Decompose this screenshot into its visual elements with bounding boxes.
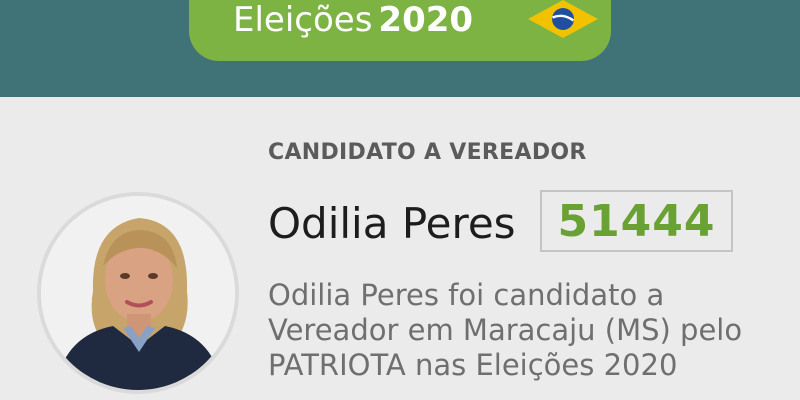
candidate-name: Odilia Peres	[268, 199, 516, 248]
description-line: Odilia Peres foi candidato a	[268, 278, 665, 312]
election-banner: Eleições 2020	[189, 0, 611, 61]
candidate-photo	[41, 196, 235, 390]
candidate-role-label: CANDIDATO A VEREADOR	[268, 140, 587, 165]
candidate-photo-avatar	[37, 192, 239, 394]
election-title-year: 2020	[378, 0, 474, 40]
election-title: Eleições 2020	[233, 0, 473, 42]
header-bar: Eleições 2020	[0, 0, 800, 97]
brazil-flag-icon	[528, 0, 598, 38]
candidate-number-box: 51444	[540, 190, 733, 252]
description-line: Vereador em Maracaju (MS) pelo	[268, 313, 743, 347]
election-title-word: Eleições	[233, 0, 373, 40]
candidate-number: 51444	[557, 195, 716, 247]
candidate-description: Odilia Peres foi candidato a Vereador em…	[268, 278, 788, 383]
description-line: PATRIOTA nas Eleições 2020	[268, 348, 678, 382]
